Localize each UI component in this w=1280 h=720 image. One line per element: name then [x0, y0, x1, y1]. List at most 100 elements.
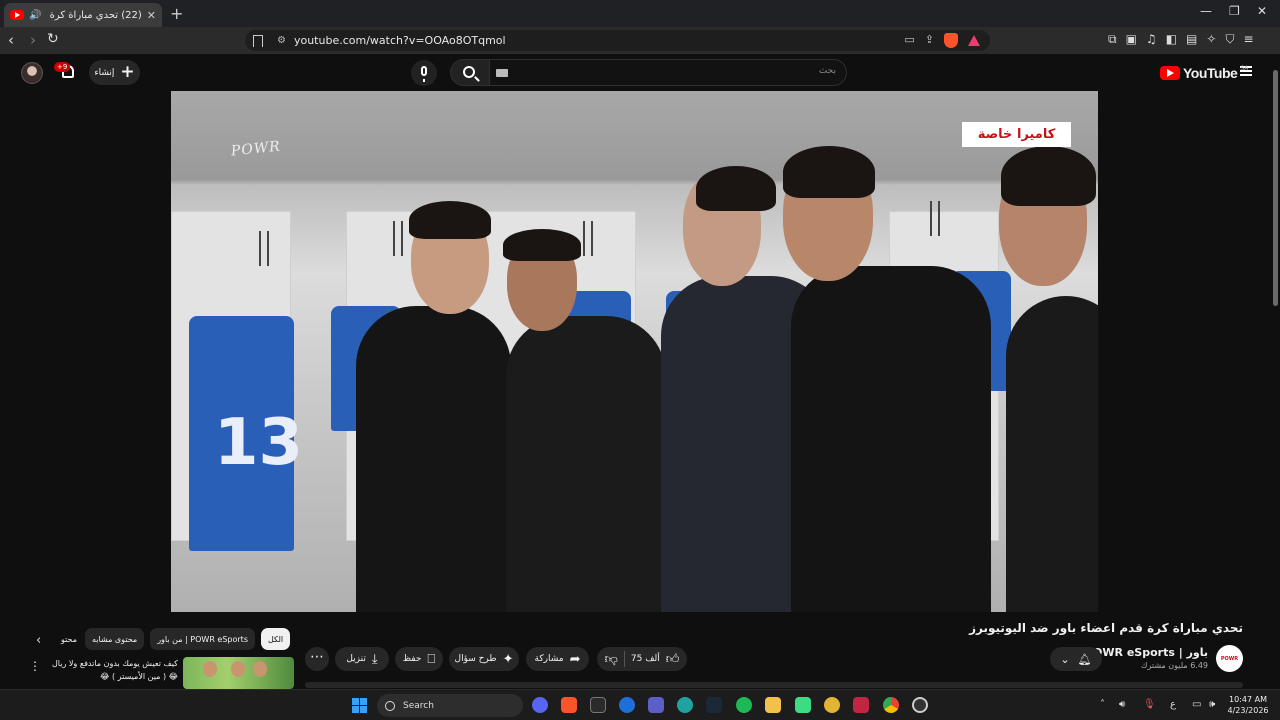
video-title: تحدي مباراة كرة قدم اعضاء باور ضد اليوتي… [969, 621, 1243, 635]
subscribed-button[interactable]: ⌄ 🔔︎ [1050, 647, 1102, 671]
youtube-logo[interactable]: YouTube SA [1160, 65, 1248, 81]
media-icon[interactable]: ♫ [1146, 32, 1157, 47]
share-button[interactable]: مشاركة ➦ [526, 647, 589, 671]
bookmark-icon[interactable] [253, 34, 263, 47]
avatar[interactable] [21, 62, 43, 84]
url-text[interactable]: youtube.com/watch?v=OOAo8OTqmol [294, 34, 506, 47]
chip-all[interactable]: الكل [260, 628, 291, 650]
search-icon [385, 700, 395, 711]
video-player[interactable]: 13 POWR كاميرا خاصة [171, 91, 1098, 612]
android-icon[interactable] [795, 697, 811, 713]
teams-icon[interactable] [648, 697, 664, 713]
tray-overflow-icon[interactable]: ˄ [1100, 699, 1105, 710]
download-button[interactable]: تنزيل ⤓ [335, 647, 389, 671]
taskbar-search[interactable]: Search [377, 694, 523, 717]
chip-from-channel[interactable]: من باور | POWR eSports [150, 628, 255, 650]
clock-date: 4/23/2026 [1227, 706, 1269, 715]
forward-icon[interactable]: › [30, 31, 36, 49]
tray-mic-icon[interactable]: 🎙︎ [1143, 699, 1156, 710]
back-icon[interactable]: ‹ [8, 31, 14, 49]
wallet-icon[interactable]: ▤ [1186, 32, 1197, 47]
volume-icon[interactable]: 🕪︎ [1209, 699, 1215, 710]
ask-button[interactable]: طرح سؤال ✦ [449, 647, 519, 671]
emoji-app-icon[interactable] [824, 697, 840, 713]
recommendation-menu-icon[interactable]: ⋮ [29, 659, 41, 673]
menu-icon[interactable]: ≡ [1243, 32, 1253, 47]
dislike-icon[interactable]: 👎︎ [605, 652, 618, 667]
chip-more[interactable]: محتو [59, 628, 79, 650]
search-input[interactable]: بحث [488, 59, 847, 86]
steam-icon[interactable] [706, 697, 722, 713]
network-icon[interactable]: ▭ [1192, 699, 1201, 710]
extensions-icon[interactable]: ⧉ [1108, 32, 1117, 47]
new-tab-button[interactable]: + [170, 4, 183, 23]
recommendation-title[interactable]: كيف تعيش يومك بدون ماتدفع ولا ريال 😂 ( م… [50, 657, 178, 683]
search-button[interactable] [450, 59, 490, 86]
person [356, 306, 511, 612]
scrollbar-thumb[interactable] [1273, 70, 1278, 306]
like-icon[interactable]: 👍︎ [666, 652, 680, 667]
keyboard-icon[interactable] [496, 69, 508, 77]
chip-related[interactable]: محتوى مشابه [85, 628, 145, 650]
thumbnail-face [231, 661, 245, 677]
spotify-icon[interactable] [736, 697, 752, 713]
thumbnail-face [253, 661, 267, 677]
windows-taskbar: Search ˄ 🔊︎ 🎙︎ ع ▭ 🕪︎ 10:47 AM 4/23/2026 [0, 689, 1280, 720]
brave-rewards-icon[interactable] [968, 35, 980, 46]
microphone-icon [421, 66, 427, 82]
share-page-icon[interactable]: ⇪ [925, 33, 934, 48]
save-button[interactable]: حفظ ⎕ [395, 647, 443, 671]
input-language[interactable]: ع [1170, 699, 1176, 710]
file-explorer-icon[interactable] [765, 697, 781, 713]
page-scrollbar[interactable] [1271, 56, 1279, 688]
sparkle-icon: ✦ [502, 651, 514, 667]
restore-button[interactable]: ❐ [1229, 4, 1240, 18]
chevron-down-icon: ⌄ [1060, 652, 1070, 666]
more-actions-button[interactable]: ⋯ [305, 647, 329, 671]
like-count[interactable]: 75 ألف [631, 654, 660, 664]
browser-tab[interactable]: 🔊 (22) تحدي مباراة كرة قدم اعضاء ✕ [4, 3, 162, 27]
minimize-button[interactable]: — [1200, 4, 1212, 18]
search-placeholder: بحث [818, 66, 836, 76]
recommendation-thumbnail[interactable] [183, 657, 294, 689]
steelseries-icon[interactable] [912, 697, 928, 713]
sidebar-icon[interactable]: ◧ [1166, 32, 1177, 47]
url-field[interactable]: ⚙ youtube.com/watch?v=OOAo8OTqmol ▭ ⇪ [245, 30, 990, 51]
system-clock[interactable]: 10:47 AM 4/23/2026 [1226, 694, 1270, 716]
site-info-icon[interactable]: ⚙ [277, 35, 286, 46]
brave-icon[interactable] [561, 697, 577, 713]
leo-ai-icon[interactable]: ✧ [1206, 32, 1216, 47]
person-hair [783, 146, 875, 198]
vpn-icon[interactable]: ⛉ [1225, 32, 1234, 47]
cast-icon[interactable]: ▭ [904, 33, 914, 48]
description-box[interactable] [305, 682, 1243, 688]
voice-search-button[interactable] [411, 60, 437, 86]
epic-games-icon[interactable] [590, 697, 606, 713]
taskbar-search-label: Search [403, 700, 434, 711]
edge-icon[interactable] [677, 697, 693, 713]
filter-chips: محتو محتوى مشابه من باور | POWR eSports … [59, 628, 291, 650]
youtube-play-icon [1160, 66, 1180, 80]
channel-name[interactable]: باور | POWR eSports [1085, 646, 1208, 659]
brave-shield-icon[interactable] [944, 33, 958, 48]
channel-avatar[interactable]: POWR [1216, 645, 1243, 672]
speaker-icon[interactable]: 🔊 [29, 10, 41, 21]
tray-speaker-icon[interactable]: 🔊︎ [1119, 699, 1125, 710]
bookmark-save-icon: ⎕ [427, 651, 436, 667]
screenshot-icon[interactable]: ▣ [1126, 32, 1137, 47]
app-icon[interactable] [619, 697, 635, 713]
person-hair [409, 201, 491, 239]
chrome-icon[interactable] [883, 697, 899, 713]
chips-scroll-left-icon[interactable]: ‹ [36, 633, 41, 648]
youtube-wordmark: YouTube [1183, 65, 1238, 81]
tab-close-icon[interactable]: ✕ [147, 9, 156, 22]
subscriber-count: 6.49 مليون مشترك [1140, 661, 1208, 670]
person-hair [503, 229, 581, 261]
person [791, 266, 991, 612]
windows-start-icon[interactable] [352, 698, 367, 713]
close-window-button[interactable]: ✕ [1257, 4, 1267, 18]
create-button[interactable]: إنشاء + [89, 60, 140, 85]
affinity-icon[interactable] [853, 697, 869, 713]
discord-icon[interactable] [532, 697, 548, 713]
reload-icon[interactable]: ↻ [47, 31, 59, 47]
